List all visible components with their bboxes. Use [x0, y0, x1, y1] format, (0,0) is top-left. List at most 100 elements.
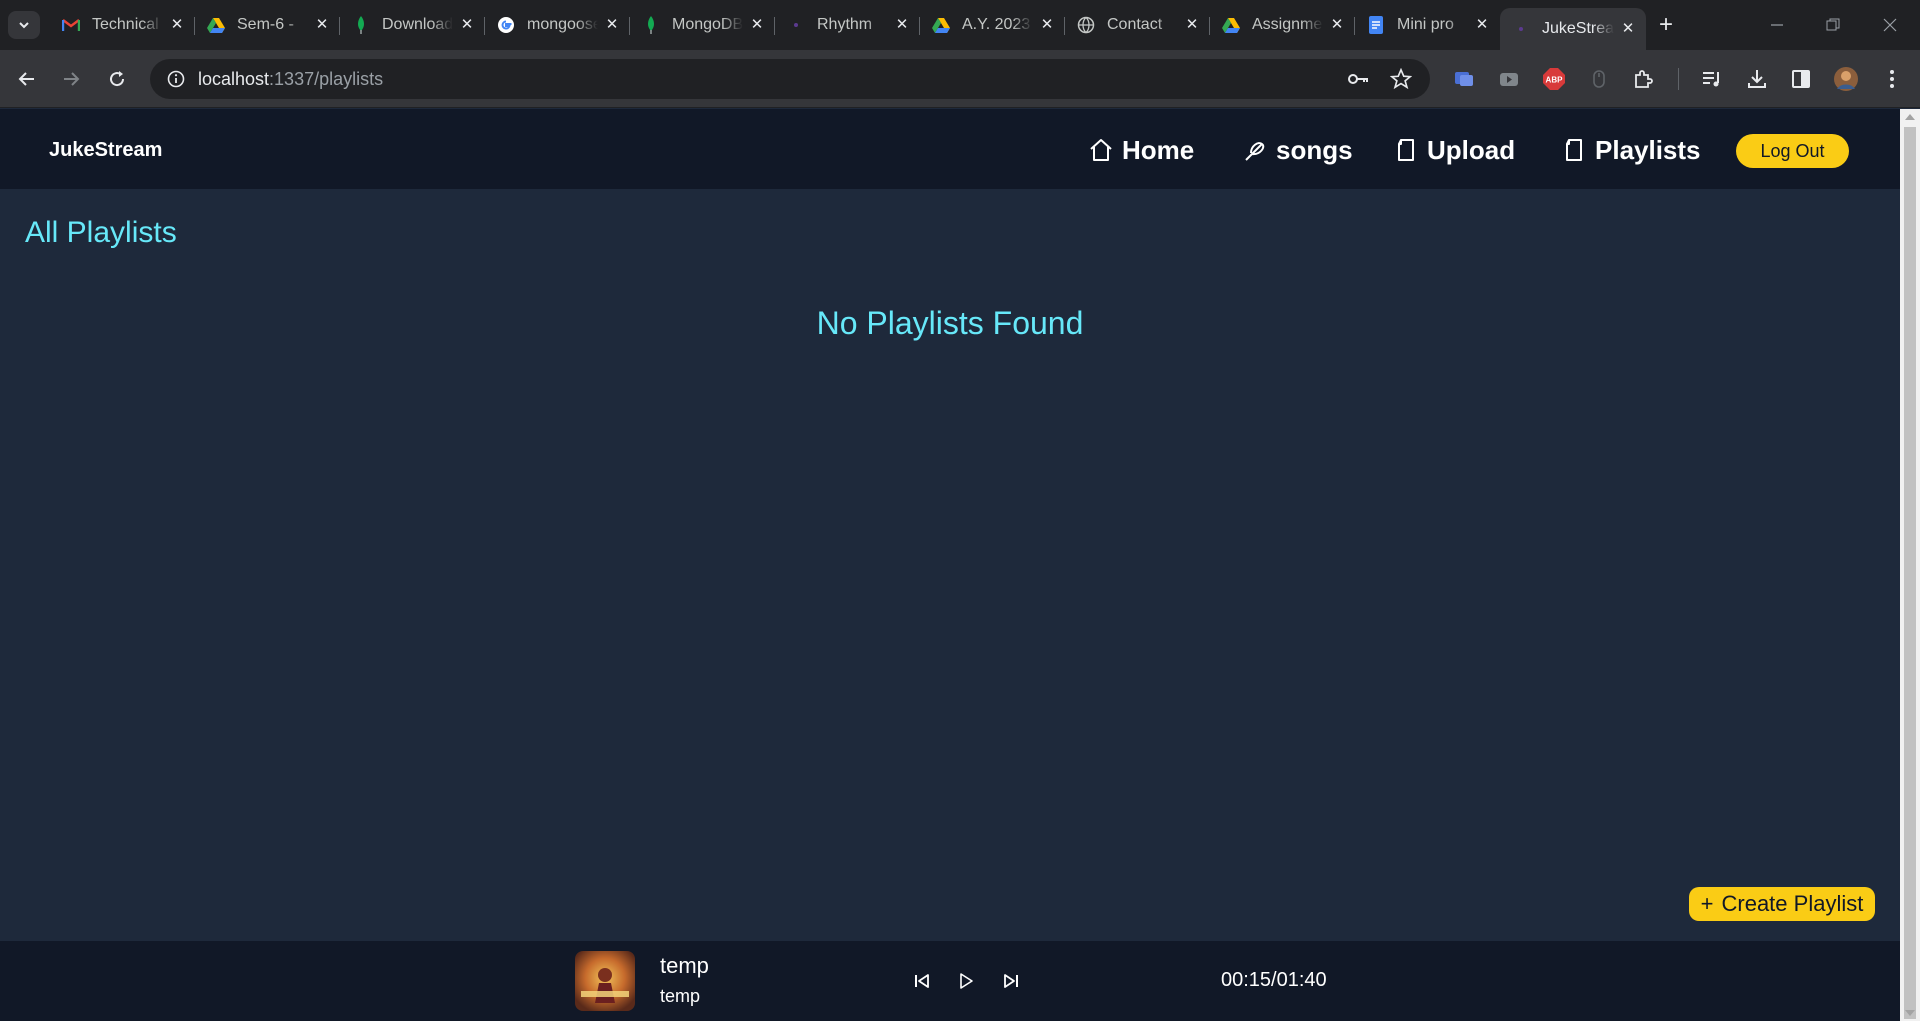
browser-tab[interactable]: Sem-6 - ✕ [195, 8, 340, 42]
home-icon [1090, 139, 1112, 161]
google-drive-icon [932, 16, 950, 34]
nav-home-link[interactable]: Home [1088, 132, 1194, 168]
close-tab-icon[interactable]: ✕ [749, 17, 765, 33]
google-docs-icon [1367, 16, 1385, 34]
reload-button[interactable] [101, 63, 133, 95]
tab-search-button[interactable] [8, 11, 40, 39]
close-window-button[interactable] [1862, 0, 1918, 50]
browser-tab[interactable]: Technical ✕ [50, 8, 195, 42]
nav-upload-link[interactable]: Upload [1393, 132, 1515, 168]
extension-mouse-icon[interactable] [1583, 63, 1615, 95]
new-tab-button[interactable]: + [1652, 11, 1680, 39]
play-button[interactable] [954, 969, 978, 993]
app-navbar: JukeStream Home songs Upload Playlists L… [0, 109, 1900, 189]
extensions-puzzle-icon[interactable] [1628, 63, 1660, 95]
nav-songs-link[interactable]: songs [1242, 132, 1353, 168]
mongodb-leaf-icon [642, 16, 660, 34]
browser-tab-strip: Technical ✕ Sem-6 - ✕ Download ✕ mongoose ✕ Mong… [0, 0, 1920, 50]
tab-title: JukeStream [1542, 20, 1614, 37]
logout-button[interactable]: Log Out [1736, 134, 1849, 168]
browser-tab[interactable]: Download ✕ [340, 8, 485, 42]
close-tab-icon[interactable]: ✕ [1039, 17, 1055, 33]
browser-menu-icon[interactable] [1876, 63, 1908, 95]
nav-upload-label: Upload [1427, 134, 1516, 165]
close-tab-icon[interactable]: ✕ [169, 17, 185, 33]
brand-logo[interactable]: JukeStream [49, 139, 162, 162]
globe-icon [1077, 16, 1095, 34]
browser-tab[interactable]: Rhythm ✕ [775, 8, 920, 42]
tab-title: Technical [92, 16, 159, 33]
minimize-icon [1771, 24, 1783, 26]
close-tab-icon[interactable]: ✕ [894, 17, 910, 33]
arrow-right-icon [64, 72, 80, 86]
close-tab-icon[interactable]: ✕ [459, 17, 475, 33]
now-playing-title: temp [660, 953, 709, 978]
tab-title: Download [382, 16, 453, 33]
tab-list: Technical ✕ Sem-6 - ✕ Download ✕ mongoose ✕ Mong… [50, 8, 1646, 50]
close-tab-icon[interactable]: ✕ [1474, 17, 1490, 33]
minimize-button[interactable] [1749, 0, 1805, 50]
google-drive-icon [207, 16, 225, 34]
tab-title: A.Y. 2023 [962, 16, 1031, 33]
create-playlist-button[interactable]: + Create Playlist [1689, 887, 1875, 921]
restore-icon [1826, 18, 1840, 31]
tab-title: mongoose [527, 16, 598, 33]
dot-icon [787, 16, 805, 34]
bookmark-star-icon[interactable] [1390, 59, 1412, 99]
address-bar[interactable]: localhost:1337/playlists [150, 59, 1430, 99]
google-drive-icon [1222, 16, 1240, 34]
page-scrollbar[interactable] [1900, 109, 1920, 1021]
media-control-icon[interactable] [1696, 63, 1728, 95]
close-tab-icon[interactable]: ✕ [1620, 21, 1636, 37]
side-panel-icon[interactable] [1785, 63, 1817, 95]
play-icon [960, 973, 973, 989]
nav-playlists-link[interactable]: Playlists [1561, 132, 1701, 168]
browser-tab[interactable]: Mini pro ✕ [1355, 8, 1500, 42]
close-tab-icon[interactable]: ✕ [1184, 17, 1200, 33]
url-text[interactable]: localhost:1337/playlists [198, 69, 383, 90]
scrollbar-thumb[interactable] [1904, 127, 1916, 1019]
adblock-plus-icon[interactable]: ABP [1538, 63, 1570, 95]
svg-text:ABP: ABP [1546, 76, 1564, 85]
extension-translate-icon[interactable] [1448, 63, 1480, 95]
skip-back-icon [915, 974, 929, 988]
browser-tab[interactable]: JukeStream ✕ [1500, 8, 1646, 50]
forward-button[interactable] [55, 63, 87, 95]
page-viewport: JukeStream Home songs Upload Playlists L… [0, 109, 1900, 1021]
arrow-left-icon [18, 72, 34, 86]
tab-title: Assignment [1252, 16, 1323, 33]
back-button[interactable] [11, 63, 43, 95]
now-playing-artist: temp [660, 986, 701, 1006]
scroll-down-arrow[interactable] [1905, 1010, 1915, 1016]
nav-songs-label: songs [1276, 134, 1353, 165]
browser-tab[interactable]: mongoose ✕ [485, 8, 630, 42]
browser-tab[interactable]: MongoDB ✕ [630, 8, 775, 42]
album-cover [575, 951, 635, 1011]
password-key-icon[interactable] [1346, 59, 1370, 99]
previous-track-button[interactable] [910, 969, 934, 993]
profile-avatar-icon[interactable] [1830, 63, 1862, 95]
close-tab-icon[interactable]: ✕ [314, 17, 330, 33]
page-title: All Playlists [25, 216, 177, 249]
close-tab-icon[interactable]: ✕ [604, 17, 620, 33]
file-icon [1566, 139, 1582, 161]
music-feather-icon [1245, 142, 1265, 161]
browser-tab[interactable]: Contact ✕ [1065, 8, 1210, 42]
skip-forward-icon [1004, 974, 1018, 988]
scroll-up-arrow[interactable] [1905, 114, 1915, 120]
site-info-icon[interactable] [154, 70, 198, 88]
browser-tab[interactable]: A.Y. 2023 ✕ [920, 8, 1065, 42]
close-tab-icon[interactable]: ✕ [1329, 17, 1345, 33]
tab-title: Contact [1107, 16, 1163, 33]
reload-icon [110, 71, 125, 87]
tab-title: Mini pro [1397, 16, 1454, 33]
restore-button[interactable] [1805, 0, 1861, 50]
download-icon[interactable] [1741, 63, 1773, 95]
extension-video-icon[interactable] [1493, 63, 1525, 95]
tab-title: Rhythm [817, 16, 873, 33]
next-track-button[interactable] [999, 969, 1023, 993]
browser-tab[interactable]: Assignment ✕ [1210, 8, 1355, 42]
mongodb-leaf-icon [352, 16, 370, 34]
music-player-bar: temp temp 00:15/01:40 [0, 941, 1900, 1021]
dot-icon [1512, 20, 1530, 38]
